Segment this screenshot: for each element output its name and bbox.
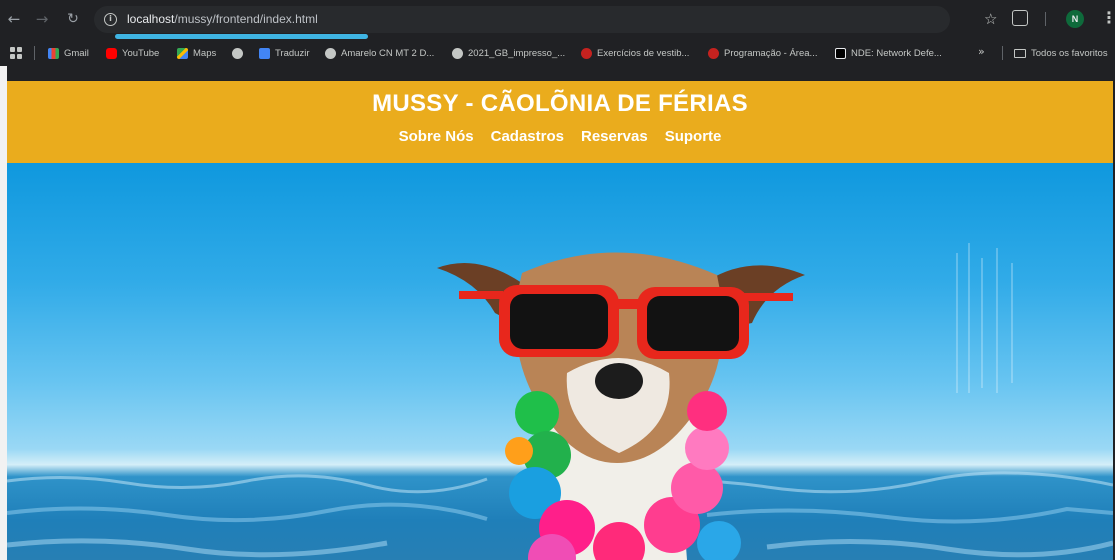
hero-image bbox=[7, 163, 1113, 560]
bookmark-gmail[interactable]: Gmail bbox=[48, 45, 89, 61]
bookmark-globe[interactable] bbox=[232, 45, 243, 61]
url-text[interactable]: localhost/mussy/frontend/index.html bbox=[127, 12, 318, 26]
bookmark-star-icon[interactable]: ☆ bbox=[984, 10, 997, 28]
bookmark-youtube[interactable]: YouTube bbox=[106, 45, 159, 61]
bookmark-programacao[interactable]: Programação - Área... bbox=[708, 45, 817, 61]
bookmark-label: Amarelo CN MT 2 D... bbox=[341, 47, 435, 59]
bookmark-traduzir[interactable]: Traduzir bbox=[259, 45, 310, 61]
url-highlight-mark bbox=[115, 34, 368, 39]
bookmark-amarelo[interactable]: Amarelo CN MT 2 D... bbox=[325, 45, 434, 61]
globe-icon bbox=[452, 47, 463, 59]
bookmark-label: Maps bbox=[193, 47, 217, 59]
back-arrow-icon[interactable]: ← bbox=[4, 9, 24, 29]
bookmarks-bar: Gmail YouTube Maps Traduzir Amarelo CN M… bbox=[0, 40, 1115, 66]
site-header: MUSSY - CÃOLÕNIA DE FÉRIAS Sobre Nós Cad… bbox=[7, 81, 1113, 163]
bookmarks-divider bbox=[1002, 46, 1003, 60]
nde-icon bbox=[835, 47, 846, 59]
bookmark-nde[interactable]: NDE: Network Defe... bbox=[835, 45, 942, 61]
page-left-edge bbox=[0, 66, 7, 560]
bookmark-exercicios[interactable]: Exercícios de vestib... bbox=[581, 45, 689, 61]
globe-icon bbox=[325, 47, 336, 59]
globe-icon bbox=[232, 47, 243, 59]
bookmark-label: Traduzir bbox=[275, 47, 310, 59]
url-path: /mussy/frontend/index.html bbox=[174, 12, 318, 26]
site-title: MUSSY - CÃOLÕNIA DE FÉRIAS bbox=[372, 90, 748, 117]
bookmarks-divider bbox=[34, 46, 35, 60]
address-bar[interactable]: i localhost/mussy/frontend/index.html bbox=[94, 6, 950, 33]
bookmark-maps[interactable]: Maps bbox=[177, 45, 216, 61]
youtube-icon bbox=[106, 47, 117, 59]
dog-on-beach-illustration bbox=[7, 243, 1113, 560]
gmail-icon bbox=[48, 47, 59, 59]
nav-link-sobre-nos[interactable]: Sobre Nós bbox=[399, 128, 474, 145]
nav-link-cadastros[interactable]: Cadastros bbox=[491, 128, 564, 145]
bookmark-label: Gmail bbox=[64, 47, 89, 59]
apps-grid-icon[interactable] bbox=[10, 47, 22, 59]
bookmark-label: NDE: Network Defe... bbox=[851, 47, 942, 59]
translate-icon bbox=[259, 47, 270, 59]
dog-nose bbox=[595, 363, 643, 399]
site-info-icon[interactable]: i bbox=[104, 13, 117, 26]
url-host: localhost bbox=[127, 12, 175, 26]
reload-icon[interactable]: ↻ bbox=[63, 9, 83, 29]
profile-avatar[interactable]: N bbox=[1066, 10, 1084, 28]
maps-icon bbox=[177, 47, 188, 59]
bookmark-label: YouTube bbox=[122, 47, 160, 59]
more-bookmarks-button[interactable]: » bbox=[978, 45, 985, 58]
nav-link-reservas[interactable]: Reservas bbox=[581, 128, 648, 145]
bookmark-label: Exercícios de vestib... bbox=[597, 47, 690, 59]
site-icon bbox=[708, 47, 719, 59]
toolbar-divider bbox=[1045, 12, 1046, 26]
bookmark-label: 2021_GB_impresso_... bbox=[468, 47, 566, 59]
light-streaks bbox=[956, 243, 1013, 393]
folder-icon bbox=[1014, 48, 1026, 58]
bookmark-label: Programação - Área... bbox=[724, 47, 818, 59]
extensions-icon[interactable] bbox=[1012, 10, 1028, 26]
bookmark-2021-gb[interactable]: 2021_GB_impresso_... bbox=[452, 45, 565, 61]
bookmark-label: Todos os favoritos bbox=[1031, 47, 1108, 59]
browser-toolbar: ← → ↻ i localhost/mussy/frontend/index.h… bbox=[0, 0, 1115, 39]
forward-arrow-icon[interactable]: → bbox=[32, 9, 52, 29]
site-icon bbox=[581, 47, 592, 59]
all-bookmarks-folder[interactable]: Todos os favoritos bbox=[1014, 45, 1108, 61]
site-nav: Sobre Nós Cadastros Reservas Suporte bbox=[7, 128, 1113, 145]
more-menu-icon[interactable]: ⋮ bbox=[1101, 8, 1115, 27]
nav-link-suporte[interactable]: Suporte bbox=[665, 128, 722, 145]
